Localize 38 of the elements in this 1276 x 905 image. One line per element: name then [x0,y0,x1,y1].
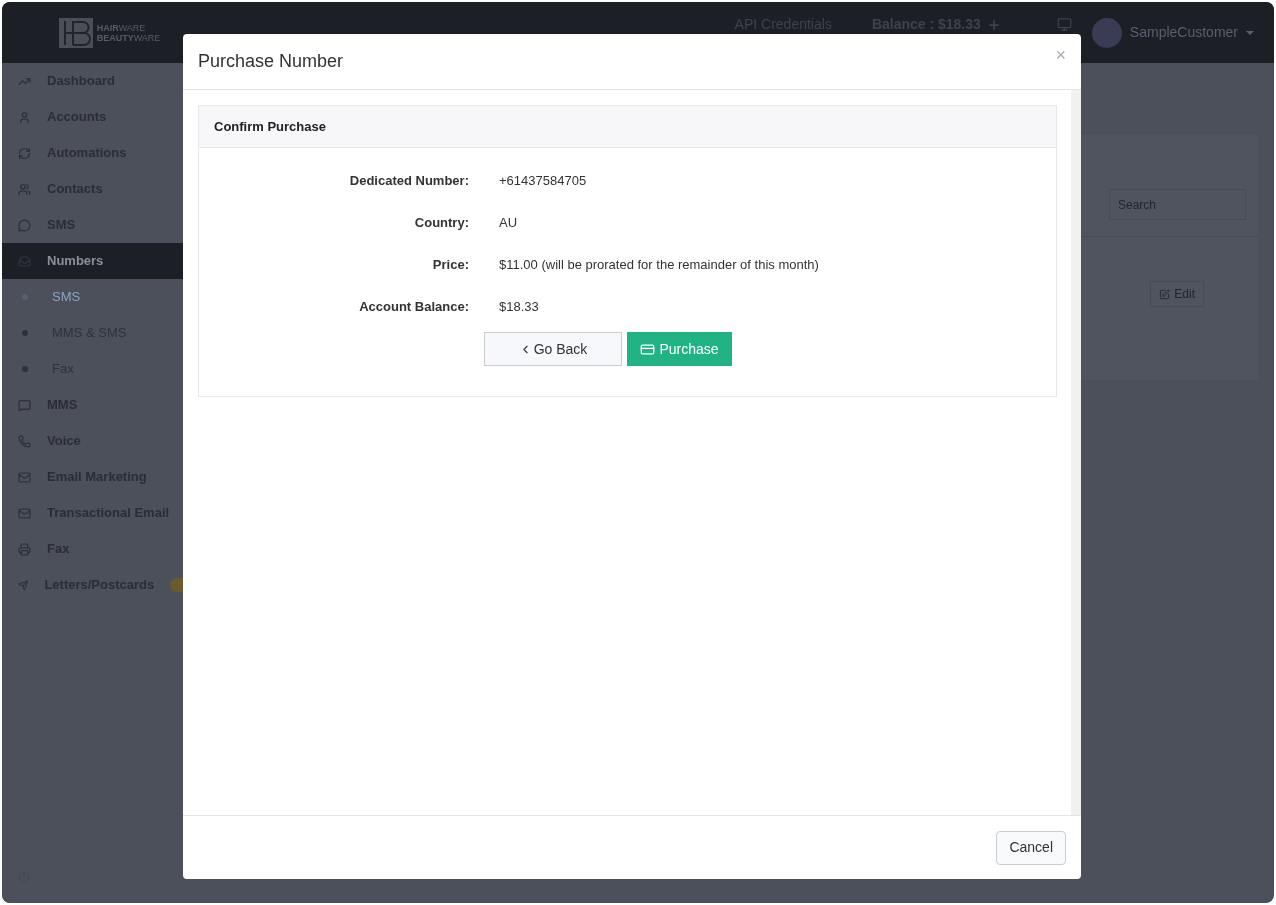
field-value: $11.00 (will be prorated for the remainder of this month) [499,256,819,275]
logo-text: BEAUTYWARE [96,32,161,43]
field-label: Account Balance: [358,298,469,317]
cancel-button[interactable]: Cancel [996,830,1066,865]
user-menu[interactable]: SampleCustomer [1129,22,1238,43]
logo-text: HAIRWARE [96,22,147,33]
user-icon [18,110,31,124]
caret-icon [1246,30,1254,35]
phone-icon [18,434,31,448]
close-button[interactable]: × [1055,42,1066,69]
sidebar-item[interactable]: Numbers [2,243,183,279]
plus-icon[interactable] [986,17,1001,32]
field-value: $18.33 [499,298,539,317]
edit-icon [1159,288,1171,300]
avatar[interactable] [1091,17,1122,48]
logo-icon [58,17,93,48]
modal-title: Purchase Number [198,50,344,73]
envelope-icon [18,470,31,484]
panel-title: Confirm Purchase [214,117,326,136]
go-back-button[interactable]: Go Back [484,332,622,366]
bullet-icon [22,366,28,372]
purchase-button[interactable]: Purchase [627,332,732,366]
users-icon [18,182,31,196]
field-value: AU [499,214,518,233]
bullet-icon [22,330,28,336]
field-label: Country: [413,214,469,233]
refresh-icon [18,146,31,160]
send-icon [18,578,29,592]
chat-icon [18,398,31,412]
printer-icon [18,542,31,556]
envelope-icon [18,506,31,520]
field-value: +61437584705 [499,172,587,191]
sidebar-subitem[interactable]: SMS [2,279,183,315]
chat-icon [18,218,31,232]
field-label: Price: [431,256,469,275]
monitor-icon[interactable] [1056,17,1072,32]
field-label: Dedicated Number: [348,172,469,191]
credit-card-icon [640,341,656,357]
